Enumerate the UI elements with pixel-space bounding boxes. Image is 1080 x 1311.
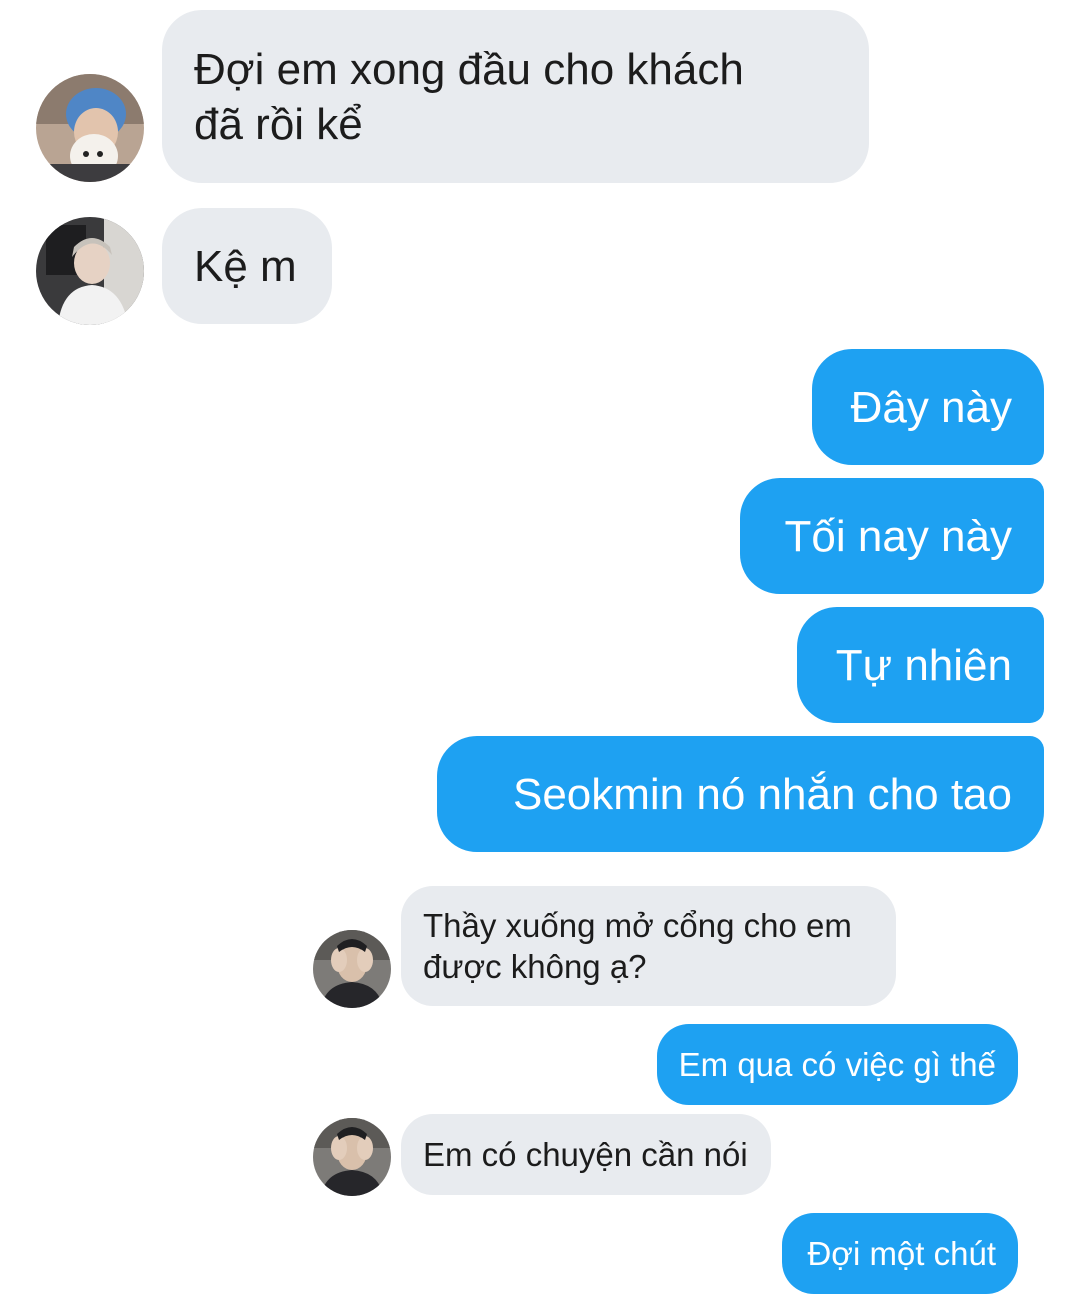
message-line: được không ạ? [423, 948, 647, 985]
message-bubble-outgoing[interactable]: Đợi một chút [782, 1213, 1018, 1294]
message-bubble-outgoing[interactable]: Seokmin nó nhắn cho tao [437, 736, 1044, 852]
message-line: Thầy xuống mở cổng cho em [423, 906, 852, 944]
message-text: Seokmin nó nhắn cho tao [512, 769, 1012, 819]
message-text: Đây này [850, 382, 1012, 432]
message-bubble-outgoing[interactable]: Tự nhiên [797, 607, 1044, 723]
message-text: Tự nhiên [835, 640, 1012, 690]
message-text: Tối nay này [784, 511, 1012, 561]
avatar-white-shirt-icon[interactable] [36, 217, 144, 325]
message-bubble-outgoing[interactable]: Em qua có việc gì thế [657, 1024, 1018, 1105]
message-text: Em có chuyện cần nói [423, 1135, 748, 1173]
message-bubble-outgoing[interactable]: Đây này [812, 349, 1044, 465]
message-line: đã rồi kể [194, 99, 363, 149]
message-bubble-incoming[interactable]: Đợi em xong đầu cho khách đã rồi kể [162, 10, 869, 183]
message-bubble-outgoing[interactable]: Tối nay này [740, 478, 1044, 594]
message-bubble-incoming[interactable]: Em có chuyện cần nói [401, 1114, 771, 1195]
avatar-blue-hair-icon[interactable] [36, 74, 144, 182]
avatar-hands-face-icon[interactable] [313, 1118, 391, 1196]
message-line: Đợi em xong đầu cho khách [194, 44, 744, 94]
message-text: Em qua có việc gì thế [678, 1045, 996, 1083]
message-bubble-incoming[interactable]: Kệ m [162, 208, 332, 324]
message-text: Thầy xuống mở cổng cho em được không ạ? [423, 905, 852, 988]
message-text: Đợi em xong đầu cho khách đã rồi kể [194, 42, 744, 152]
avatar-hands-face-icon[interactable] [313, 930, 391, 1008]
message-text: Đợi một chút [807, 1234, 996, 1272]
message-bubble-incoming[interactable]: Thầy xuống mở cổng cho em được không ạ? [401, 886, 896, 1006]
message-text: Kệ m [194, 241, 297, 291]
